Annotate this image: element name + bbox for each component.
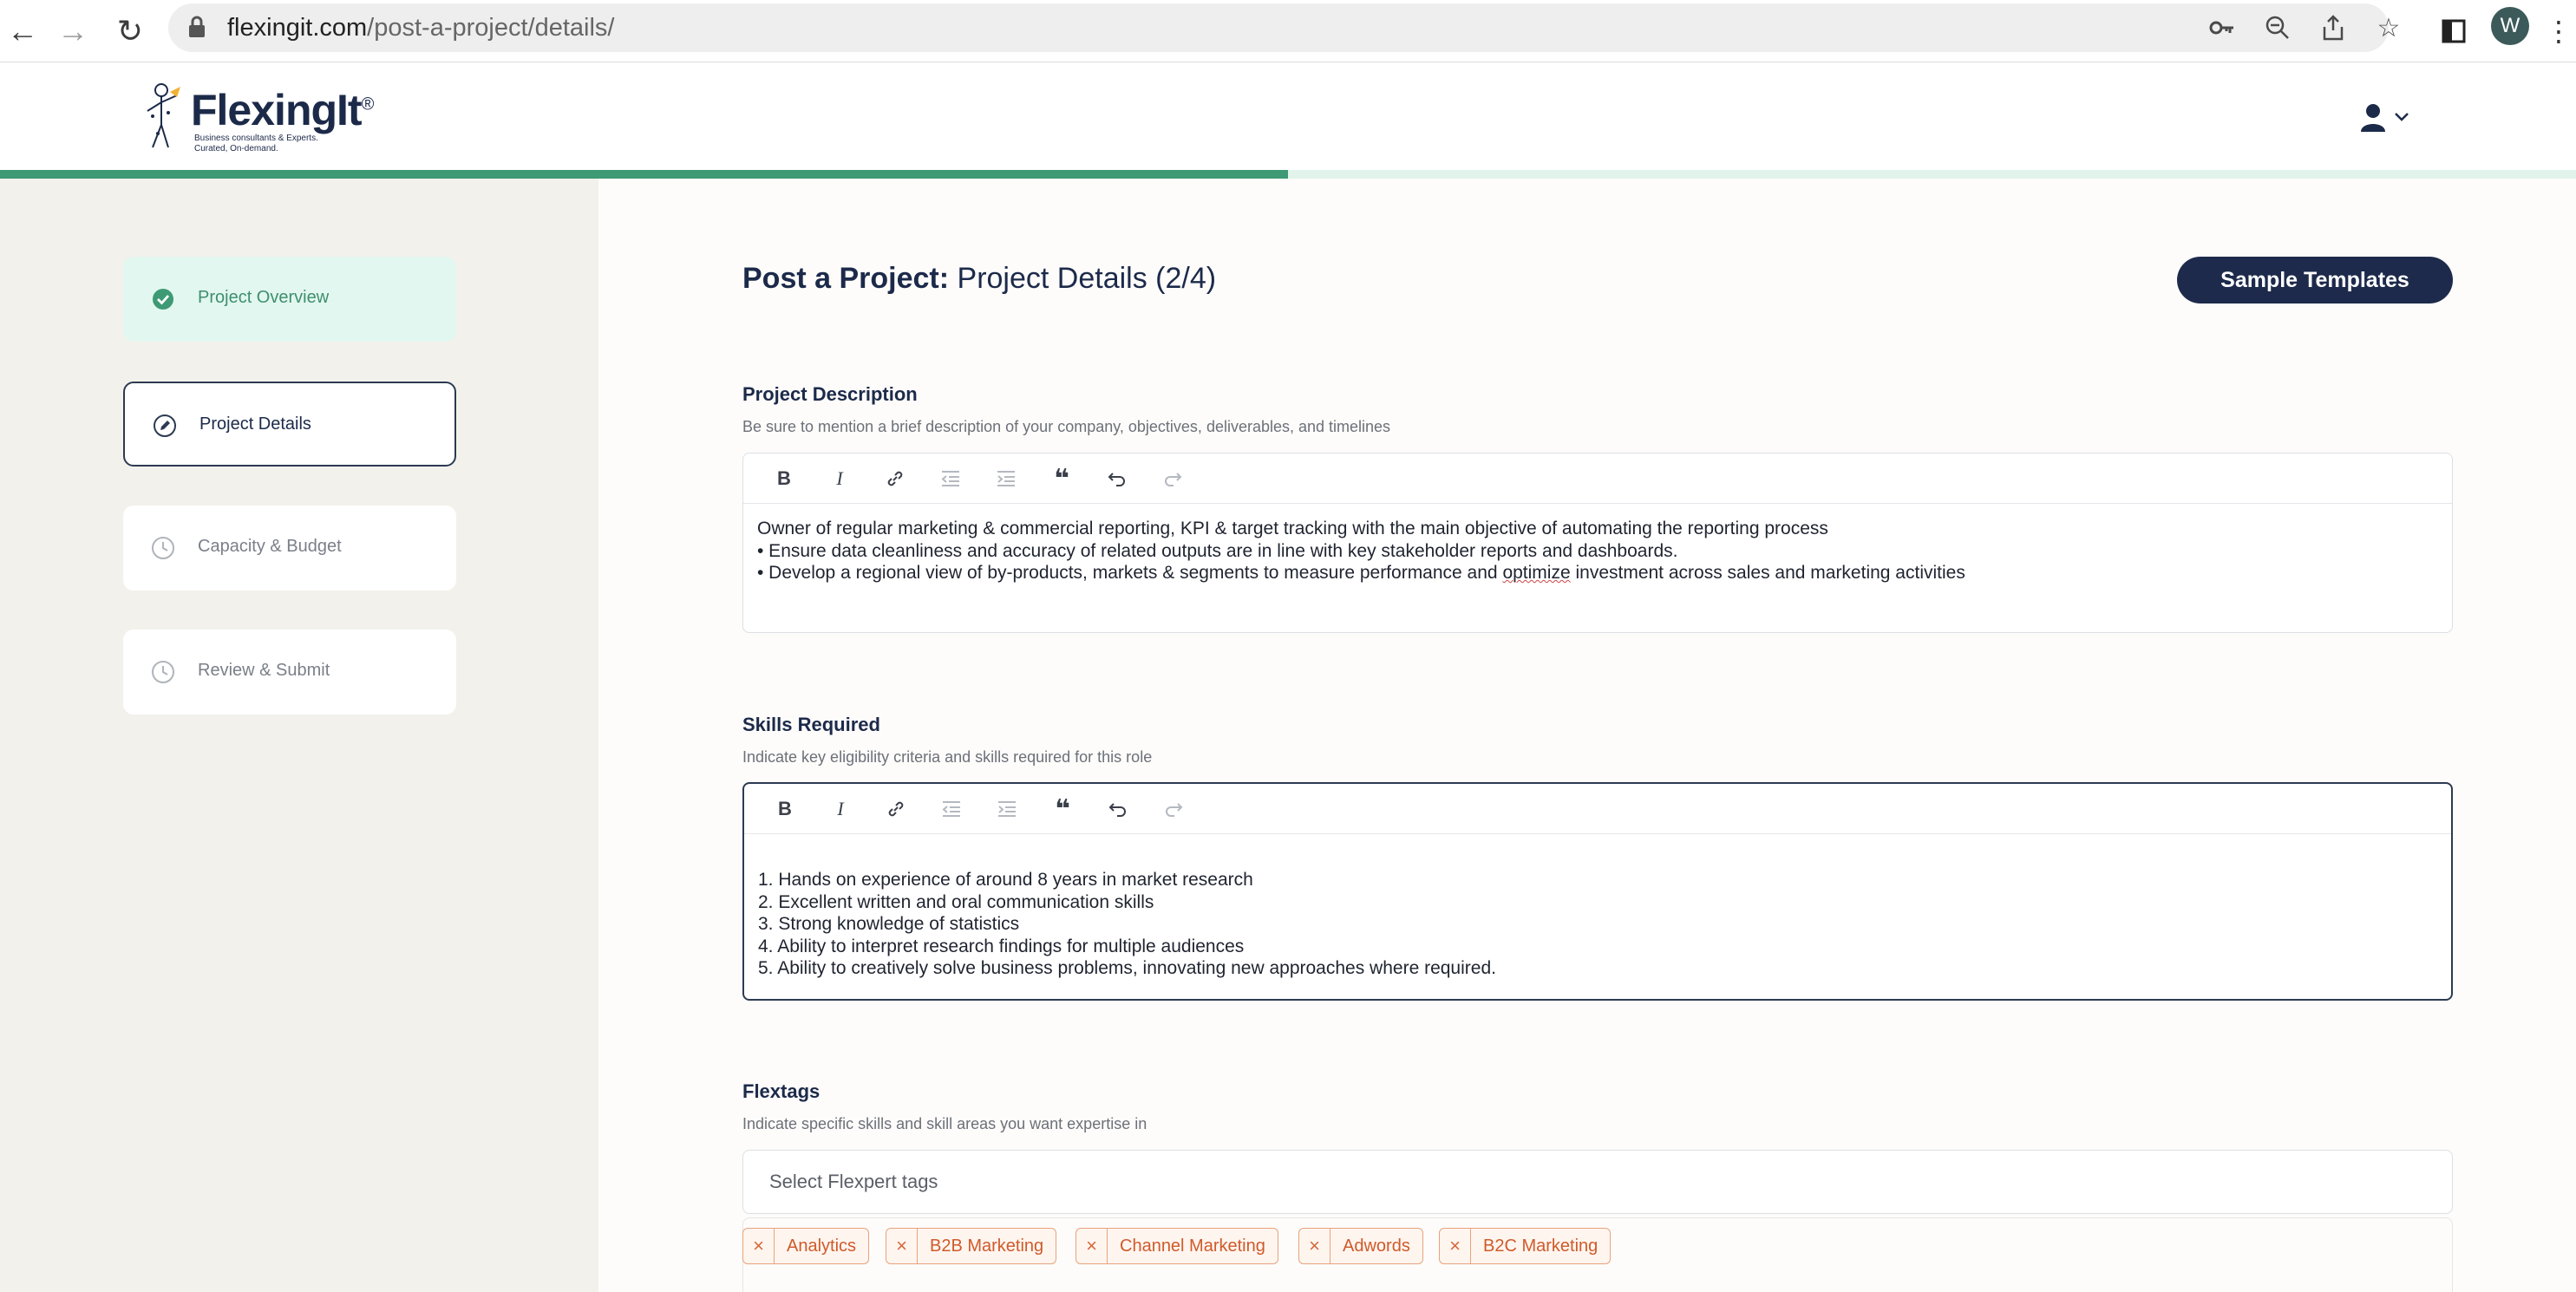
remove-tag-icon[interactable]: × — [1440, 1229, 1471, 1263]
tag-chip-b2c-marketing: × B2C Marketing — [1439, 1228, 1612, 1264]
step-label: Project Details — [199, 414, 311, 434]
indent-icon[interactable] — [991, 466, 1021, 492]
editor-toolbar: B I ❝ — [744, 784, 2451, 834]
lock-icon — [189, 16, 205, 37]
flexingit-logo[interactable]: FlexingIt® Business consultants & Expert… — [142, 82, 402, 156]
flextags-hint: Indicate specific skills and skill areas… — [742, 1115, 1147, 1132]
editor-toolbar: B I ❝ — [743, 454, 2452, 504]
check-circle-icon — [153, 289, 173, 310]
bookmark-star-icon[interactable]: ☆ — [2371, 10, 2406, 45]
bold-icon[interactable]: B — [769, 466, 799, 492]
profile-avatar[interactable]: W — [2491, 7, 2529, 45]
indent-icon[interactable] — [992, 796, 1022, 822]
edit-circle-icon — [154, 414, 176, 437]
sample-templates-button[interactable]: Sample Templates — [2177, 257, 2453, 303]
back-arrow-icon[interactable]: ← — [0, 9, 45, 54]
tag-label: Channel Marketing — [1120, 1236, 1265, 1256]
clock-icon — [152, 661, 174, 683]
browser-menu-icon[interactable]: ⋮ — [2541, 9, 2576, 54]
blockquote-icon[interactable]: ❝ — [1048, 795, 1077, 824]
description-line: • Develop a regional view of by-products… — [757, 563, 1965, 583]
redo-icon[interactable] — [1159, 796, 1188, 822]
project-description-editor[interactable]: B I ❝ Owner of regular marketing & comme… — [742, 453, 2453, 633]
tag-label: B2B Marketing — [930, 1236, 1044, 1256]
redo-icon[interactable] — [1158, 466, 1187, 492]
step-project-overview[interactable]: Project Overview — [123, 257, 456, 342]
undo-icon[interactable] — [1103, 796, 1133, 822]
link-icon[interactable] — [880, 466, 910, 492]
browser-chrome: ← → ↻ flexingit.com/post-a-project/detai… — [0, 0, 2576, 62]
skills-required-text[interactable]: 1. Hands on experience of around 8 years… — [744, 834, 2451, 994]
steps-sidebar: Project Overview Project Details Capacit… — [0, 179, 598, 1292]
chevron-down-icon — [2395, 113, 2409, 121]
remove-tag-icon[interactable]: × — [886, 1229, 918, 1263]
share-icon[interactable] — [2316, 10, 2350, 45]
skill-line: 5. Ability to creatively solve business … — [758, 958, 1496, 978]
blockquote-icon[interactable]: ❝ — [1047, 465, 1076, 493]
step-review-submit[interactable]: Review & Submit — [123, 630, 456, 715]
zoom-out-icon[interactable] — [2260, 10, 2295, 45]
project-description-text[interactable]: Owner of regular marketing & commercial … — [743, 504, 2452, 598]
project-description-title: Project Description — [742, 383, 918, 405]
tag-chip-channel-marketing: × Channel Marketing — [1076, 1228, 1278, 1264]
bold-icon[interactable]: B — [770, 796, 800, 822]
italic-icon[interactable]: I — [825, 466, 854, 492]
key-icon[interactable] — [2205, 10, 2239, 45]
step-capacity-budget[interactable]: Capacity & Budget — [123, 506, 456, 591]
logo-tagline: Business consultants & Experts. Curated, … — [194, 134, 318, 153]
tag-chip-analytics: × Analytics — [742, 1228, 870, 1264]
side-panel-icon[interactable] — [2432, 9, 2475, 54]
tag-label: Analytics — [787, 1236, 857, 1256]
logo-figure-icon — [147, 83, 180, 148]
step-project-details[interactable]: Project Details — [123, 382, 456, 467]
skill-line: 3. Strong knowledge of statistics — [758, 914, 1020, 934]
skill-line: 2. Excellent written and oral communicat… — [758, 891, 1154, 912]
remove-tag-icon[interactable]: × — [1076, 1229, 1108, 1263]
tag-chip-adwords: × Adwords — [1298, 1228, 1423, 1264]
url-text: flexingit.com/post-a-project/details/ — [227, 14, 615, 42]
outdent-icon[interactable] — [936, 466, 965, 492]
forward-arrow-icon[interactable]: → — [50, 9, 95, 54]
logo-wordmark: FlexingIt® — [191, 86, 374, 134]
reload-icon[interactable]: ↻ — [108, 9, 153, 54]
tag-chip-b2b-marketing: × B2B Marketing — [886, 1228, 1057, 1264]
skill-line: 4. Ability to interpret research finding… — [758, 936, 1245, 956]
flexpert-tags-select[interactable]: Select Flexpert tags — [742, 1150, 2453, 1214]
tag-label: Adwords — [1343, 1236, 1410, 1256]
outdent-icon[interactable] — [937, 796, 966, 822]
profile-initial: W — [2500, 14, 2520, 37]
remove-tag-icon[interactable]: × — [1299, 1229, 1330, 1263]
remove-tag-icon[interactable]: × — [743, 1229, 775, 1263]
clock-icon — [152, 537, 174, 559]
skills-required-hint: Indicate key eligibility criteria and sk… — [742, 748, 1153, 766]
step-label: Project Overview — [198, 288, 330, 307]
main-content: Post a Project: Project Details (2/4) Sa… — [598, 179, 2576, 1292]
skill-line: 1. Hands on experience of around 8 years… — [758, 870, 1253, 890]
link-icon[interactable] — [881, 796, 911, 822]
skills-required-editor[interactable]: B I ❝ 1. Hands on experience of around 8… — [742, 782, 2453, 1001]
project-description-hint: Be sure to mention a brief description o… — [742, 418, 1391, 435]
step-label: Review & Submit — [198, 661, 330, 680]
user-icon — [2361, 104, 2385, 132]
description-line: • Ensure data cleanliness and accuracy o… — [757, 540, 1678, 561]
progress-track — [0, 170, 2576, 179]
undo-icon[interactable] — [1102, 466, 1132, 492]
skills-required-title: Skills Required — [742, 714, 880, 735]
page-title: Post a Project: Project Details (2/4) — [742, 262, 1217, 295]
app-header: FlexingIt® Business consultants & Expert… — [0, 62, 2576, 173]
tag-label: B2C Marketing — [1483, 1236, 1599, 1256]
flextags-title: Flextags — [742, 1080, 821, 1102]
address-bar[interactable]: flexingit.com/post-a-project/details/ ☆ — [168, 3, 2400, 52]
step-label: Capacity & Budget — [198, 537, 342, 556]
progress-fill — [0, 170, 1288, 179]
description-line: Owner of regular marketing & commercial … — [757, 519, 1828, 538]
italic-icon[interactable]: I — [826, 796, 855, 822]
user-menu[interactable] — [2359, 95, 2437, 139]
